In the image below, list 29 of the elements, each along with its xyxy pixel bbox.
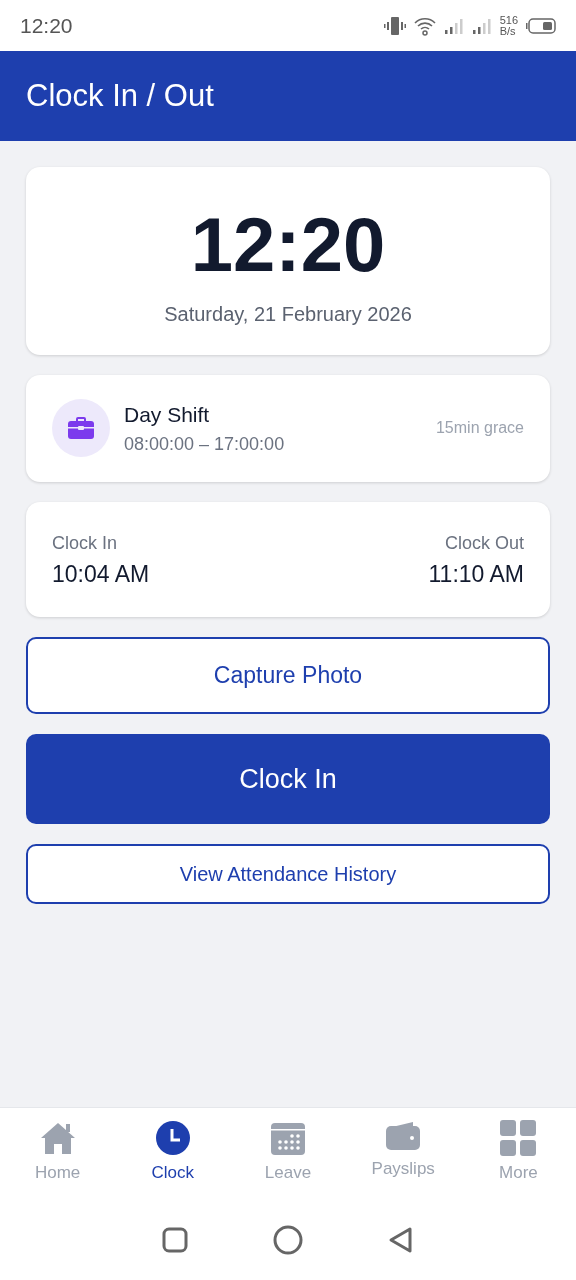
action-button[interactable]: Capture Photo <box>26 637 550 714</box>
network-speed: 516 <box>499 14 518 26</box>
grace-period: 15min grace <box>435 418 524 439</box>
status-time: 12:20 <box>20 12 73 39</box>
back-icon[interactable] <box>387 1226 414 1254</box>
shift-hours: 08:00:00 – 17:00:00 <box>124 432 286 456</box>
calendar-icon <box>270 1120 306 1156</box>
signal-icon <box>471 16 492 35</box>
clock-in-label: Clock In <box>52 531 119 555</box>
clock-in-time: 10:04 AM <box>52 559 150 589</box>
network-speed-unit: B/s <box>499 25 517 37</box>
clock-out-label: Clock Out <box>444 531 524 555</box>
clock-out-time: 11:10 AM <box>428 559 524 589</box>
battery-icon <box>526 17 556 34</box>
action-button[interactable]: View Attendance History <box>26 844 550 904</box>
current-time: 12:20 <box>189 207 387 283</box>
action-button[interactable]: Clock In <box>26 734 550 824</box>
page-title: Clock In / Out <box>26 77 214 115</box>
wallet-icon <box>385 1120 422 1152</box>
vibrate-icon <box>383 15 406 36</box>
wifi-icon <box>413 15 436 36</box>
home-icon[interactable] <box>273 1225 303 1255</box>
current-date: Saturday, 21 February 2026 <box>163 302 413 327</box>
recent-apps-icon[interactable] <box>162 1227 189 1253</box>
grid-icon <box>500 1120 537 1156</box>
nav-tab[interactable]: Clock <box>115 1108 231 1200</box>
signal-icon <box>443 16 464 35</box>
clock-icon <box>154 1120 191 1156</box>
shift-name: Day Shift <box>124 402 211 428</box>
